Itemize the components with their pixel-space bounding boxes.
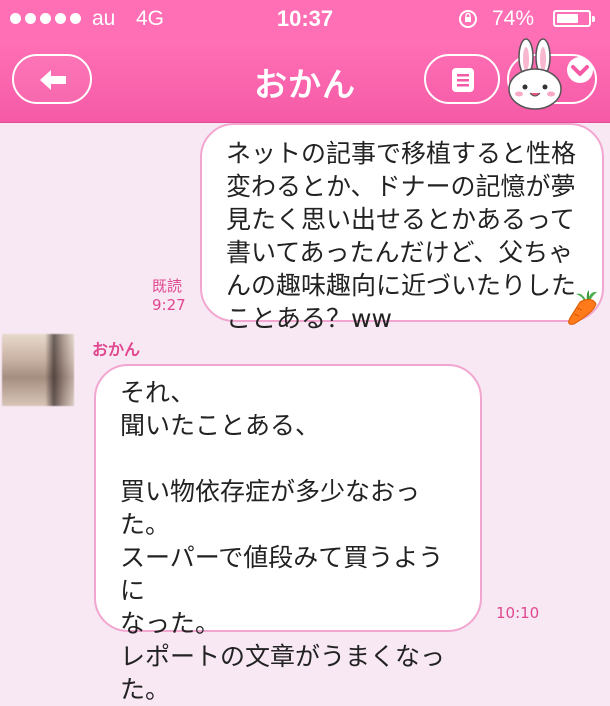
sent-message-bubble[interactable]: ネットの記事で移植すると性格 変わるとか、ドナーの記憶が夢 見たく思い出せるとか… <box>200 123 604 333</box>
battery-icon <box>553 10 595 27</box>
avatar[interactable] <box>2 334 74 406</box>
received-message-time: 10:10 <box>496 604 540 622</box>
carrot-icon <box>568 290 597 325</box>
chat-header: おかん <box>0 38 610 123</box>
list-menu-icon <box>452 68 474 92</box>
read-receipt: 既読 <box>152 277 183 295</box>
sent-message-time: 9:27 <box>152 296 186 314</box>
bunny-icon <box>508 38 562 110</box>
chevron-down-icon <box>567 57 593 83</box>
status-bar: au 4G 10:37 74% <box>0 0 610 40</box>
received-message-bubble[interactable]: それ、 聞いたことある、 買い物依存症が多少なおった。 スーパーで値段みて買うよ… <box>94 364 482 704</box>
sender-name: おかん <box>92 340 141 359</box>
received-message-text: それ、 聞いたことある、 買い物依存症が多少なおった。 スーパーで値段みて買うよ… <box>120 378 446 704</box>
battery-percent: 74% <box>492 7 535 30</box>
rotation-lock-icon <box>459 10 477 28</box>
battery-fill <box>557 14 579 23</box>
sent-message-text: ネットの記事で移植すると性格 変わるとか、ドナーの記憶が夢 見たく思い出せるとか… <box>226 139 577 333</box>
menu-button[interactable] <box>424 54 500 104</box>
